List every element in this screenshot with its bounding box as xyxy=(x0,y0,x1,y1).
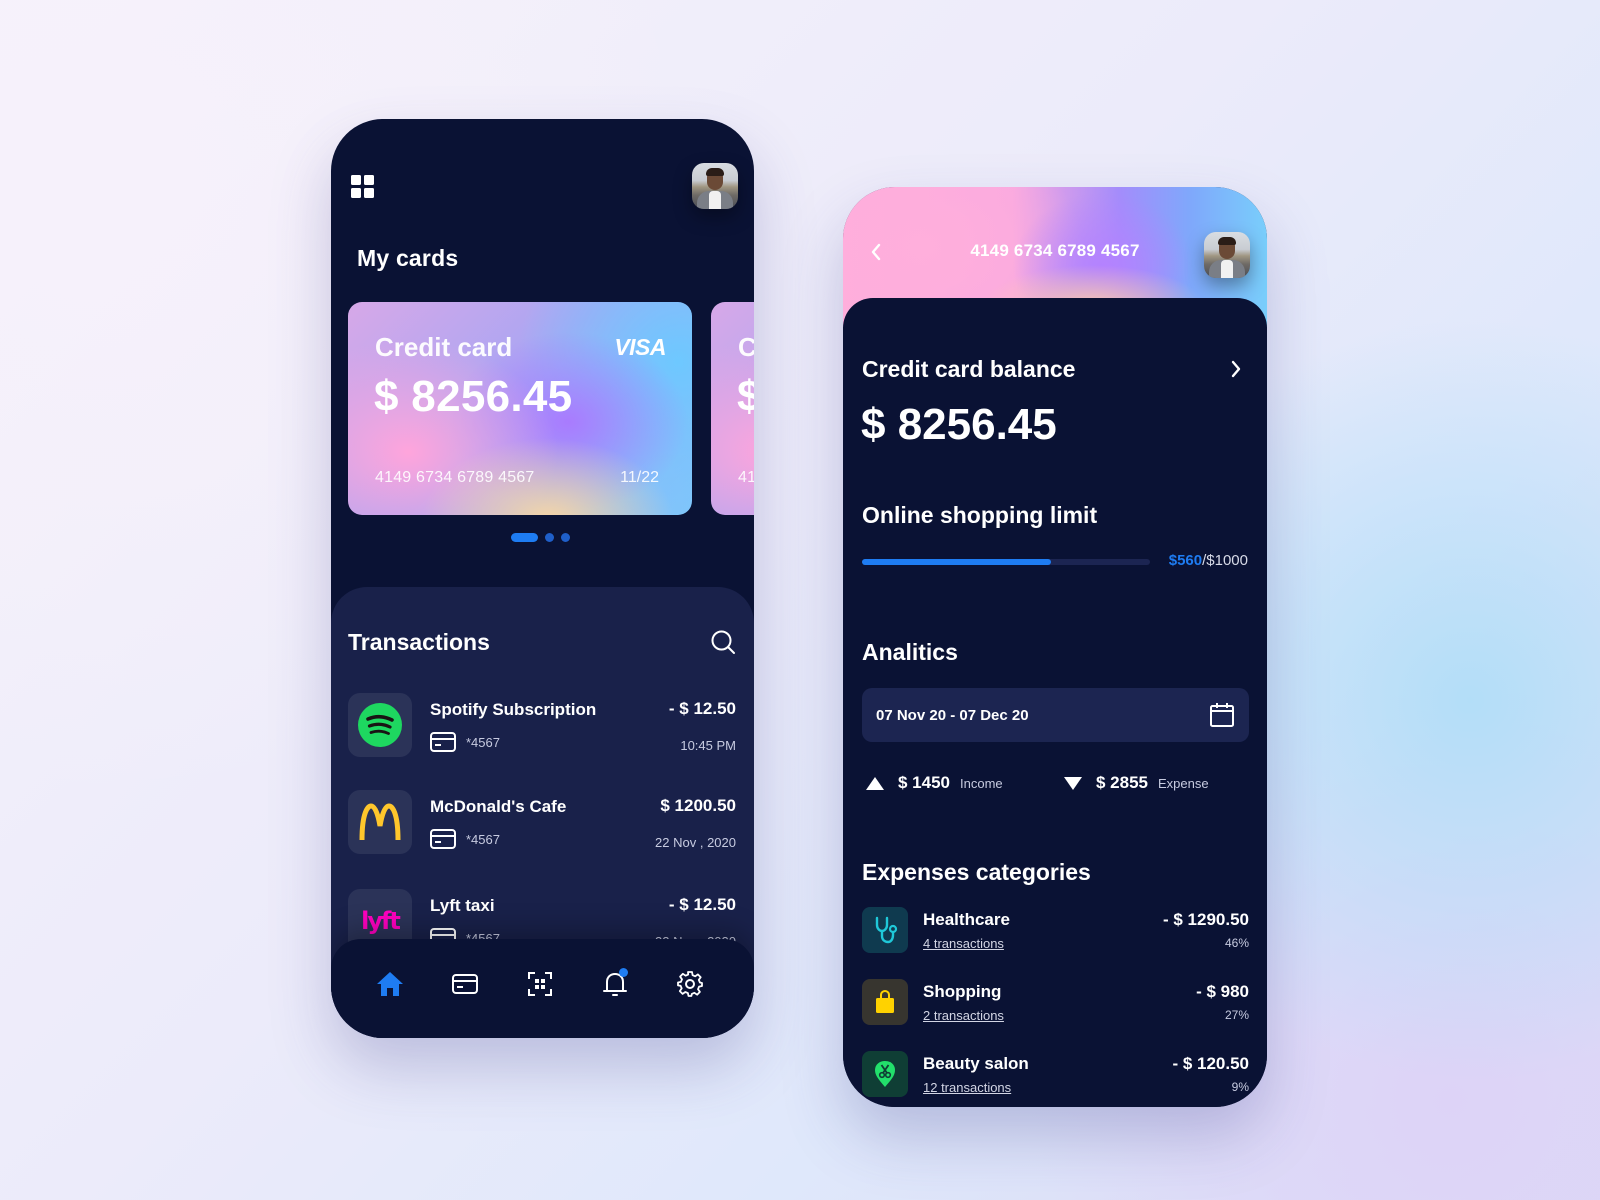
card-pagination xyxy=(511,533,570,542)
transaction-amount: $ 1200.50 xyxy=(660,796,736,815)
arrow-up-icon xyxy=(866,776,884,790)
credit-card[interactable]: Credit card VISA $ 8256.45 4149 6734 678… xyxy=(348,302,692,515)
transactions-title: Transactions xyxy=(348,629,490,655)
grid-menu-icon[interactable] xyxy=(351,175,375,199)
transaction-name: Spotify Subscription xyxy=(430,700,597,719)
credit-card-next[interactable]: Cr $ 414 xyxy=(711,302,754,515)
shopping-limit-label: Online shopping limit xyxy=(862,502,1098,528)
calendar-icon xyxy=(1210,703,1234,727)
expense-value: $ 2855 xyxy=(1096,773,1148,792)
category-name: Shopping xyxy=(923,982,1002,1001)
date-range-picker[interactable]: 07 Nov 20 - 07 Dec 20 xyxy=(862,688,1249,742)
date-range-text: 07 Nov 20 - 07 Dec 20 xyxy=(876,707,1029,724)
category-row[interactable]: Healthcare 4 transactions - $ 1290.50 46… xyxy=(862,907,1249,953)
card-balance: $ 8256.45 xyxy=(374,372,573,421)
page-title: My cards xyxy=(357,245,459,271)
category-row[interactable]: Shopping 2 transactions - $ 980 27% xyxy=(862,979,1249,1025)
chevron-right-icon[interactable] xyxy=(1227,358,1245,380)
category-percent: 27% xyxy=(1224,1008,1249,1022)
card-number: 4149 6734 6789 4567 xyxy=(375,469,535,486)
category-transactions-link[interactable]: 12 transactions xyxy=(923,1080,1011,1095)
shopping-bag-icon xyxy=(862,979,908,1025)
scan-icon xyxy=(528,972,552,996)
nav-home[interactable] xyxy=(375,969,405,999)
card-balance: $ xyxy=(737,372,754,421)
category-transactions-link[interactable]: 2 transactions xyxy=(923,1008,1004,1023)
card-type: Cr xyxy=(738,332,754,362)
bottom-nav xyxy=(331,939,754,1038)
pagination-dot-3[interactable] xyxy=(561,533,570,542)
visa-logo-icon: VISA xyxy=(614,334,666,360)
search-icon[interactable] xyxy=(710,629,736,655)
pagination-dot-1[interactable] xyxy=(511,533,538,542)
limit-total: /$1000 xyxy=(1202,552,1248,569)
transaction-row[interactable]: Spotify Subscription *4567 - $ 12.50 10:… xyxy=(348,693,736,759)
spotify-logo-icon xyxy=(348,693,412,757)
income-label: Income xyxy=(960,775,1003,791)
category-name: Healthcare xyxy=(923,910,1010,929)
notification-badge xyxy=(619,968,628,977)
nav-scan[interactable] xyxy=(525,969,555,999)
my-cards-screen: My cards Credit card VISA $ 8256.45 4149… xyxy=(331,119,754,1038)
transaction-row[interactable]: McDonald's Cafe *4567 $ 1200.50 22 Nov ,… xyxy=(348,790,736,856)
transaction-amount: - $ 12.50 xyxy=(668,895,736,914)
card-icon xyxy=(430,829,456,849)
category-percent: 9% xyxy=(1231,1080,1249,1094)
category-amount: - $ 120.50 xyxy=(1172,1054,1249,1073)
card-detail-body: Credit card balance $ 8256.45 Online sho… xyxy=(843,298,1267,1107)
category-amount: - $ 980 xyxy=(1196,982,1249,1001)
category-row[interactable]: Beauty salon 12 transactions - $ 120.50 … xyxy=(862,1051,1249,1097)
pagination-dot-2[interactable] xyxy=(545,533,554,542)
card-icon xyxy=(430,732,456,752)
transaction-name: Lyft taxi xyxy=(430,896,495,915)
category-name: Beauty salon xyxy=(923,1054,1029,1073)
nav-notifications[interactable] xyxy=(600,968,630,999)
transaction-time: 10:45 PM xyxy=(680,738,736,753)
balance-amount: $ 8256.45 xyxy=(861,400,1057,449)
nav-cards[interactable] xyxy=(450,969,480,999)
card-type: Credit card xyxy=(375,332,513,362)
category-transactions-link[interactable]: 4 transactions xyxy=(923,936,1004,951)
transaction-time: 22 Nov , 2020 xyxy=(655,835,736,850)
expenses-categories-label: Expenses categories xyxy=(862,859,1091,885)
card-icon xyxy=(452,974,478,994)
category-percent: 46% xyxy=(1224,936,1249,950)
expense-stat: $ 2855 Expense xyxy=(1064,773,1209,793)
card-number: 414 xyxy=(738,469,754,486)
transaction-amount: - $ 12.50 xyxy=(668,699,736,718)
income-value: $ 1450 xyxy=(898,773,950,792)
income-stat: $ 1450 Income xyxy=(866,773,1003,793)
avatar[interactable] xyxy=(692,163,738,209)
expense-label: Expense xyxy=(1158,775,1209,791)
scissors-pin-icon xyxy=(862,1051,908,1097)
home-icon xyxy=(377,972,403,996)
category-amount: - $ 1290.50 xyxy=(1162,910,1249,929)
card-detail-screen: 4149 6734 6789 4567 Credit card balance … xyxy=(843,187,1267,1107)
card-expiry: 11/22 xyxy=(620,469,659,486)
balance-label: Credit card balance xyxy=(862,356,1076,382)
avatar[interactable] xyxy=(1204,232,1250,278)
shopping-limit-progress-fill xyxy=(862,559,1051,565)
nav-settings[interactable] xyxy=(675,969,705,999)
arrow-down-icon xyxy=(1064,776,1082,790)
shopping-limit-progress xyxy=(862,559,1150,565)
stethoscope-icon xyxy=(862,907,908,953)
transaction-card-last-digits: *4567 xyxy=(466,735,500,750)
mcdonalds-logo-icon xyxy=(348,790,412,854)
shopping-limit-text: $560/$1000 xyxy=(1169,552,1248,569)
analytics-label: Analitics xyxy=(862,639,958,665)
limit-used: $560 xyxy=(1168,552,1203,569)
gear-icon xyxy=(677,971,703,997)
transaction-card-last-digits: *4567 xyxy=(466,832,500,847)
transaction-name: McDonald's Cafe xyxy=(430,797,567,816)
